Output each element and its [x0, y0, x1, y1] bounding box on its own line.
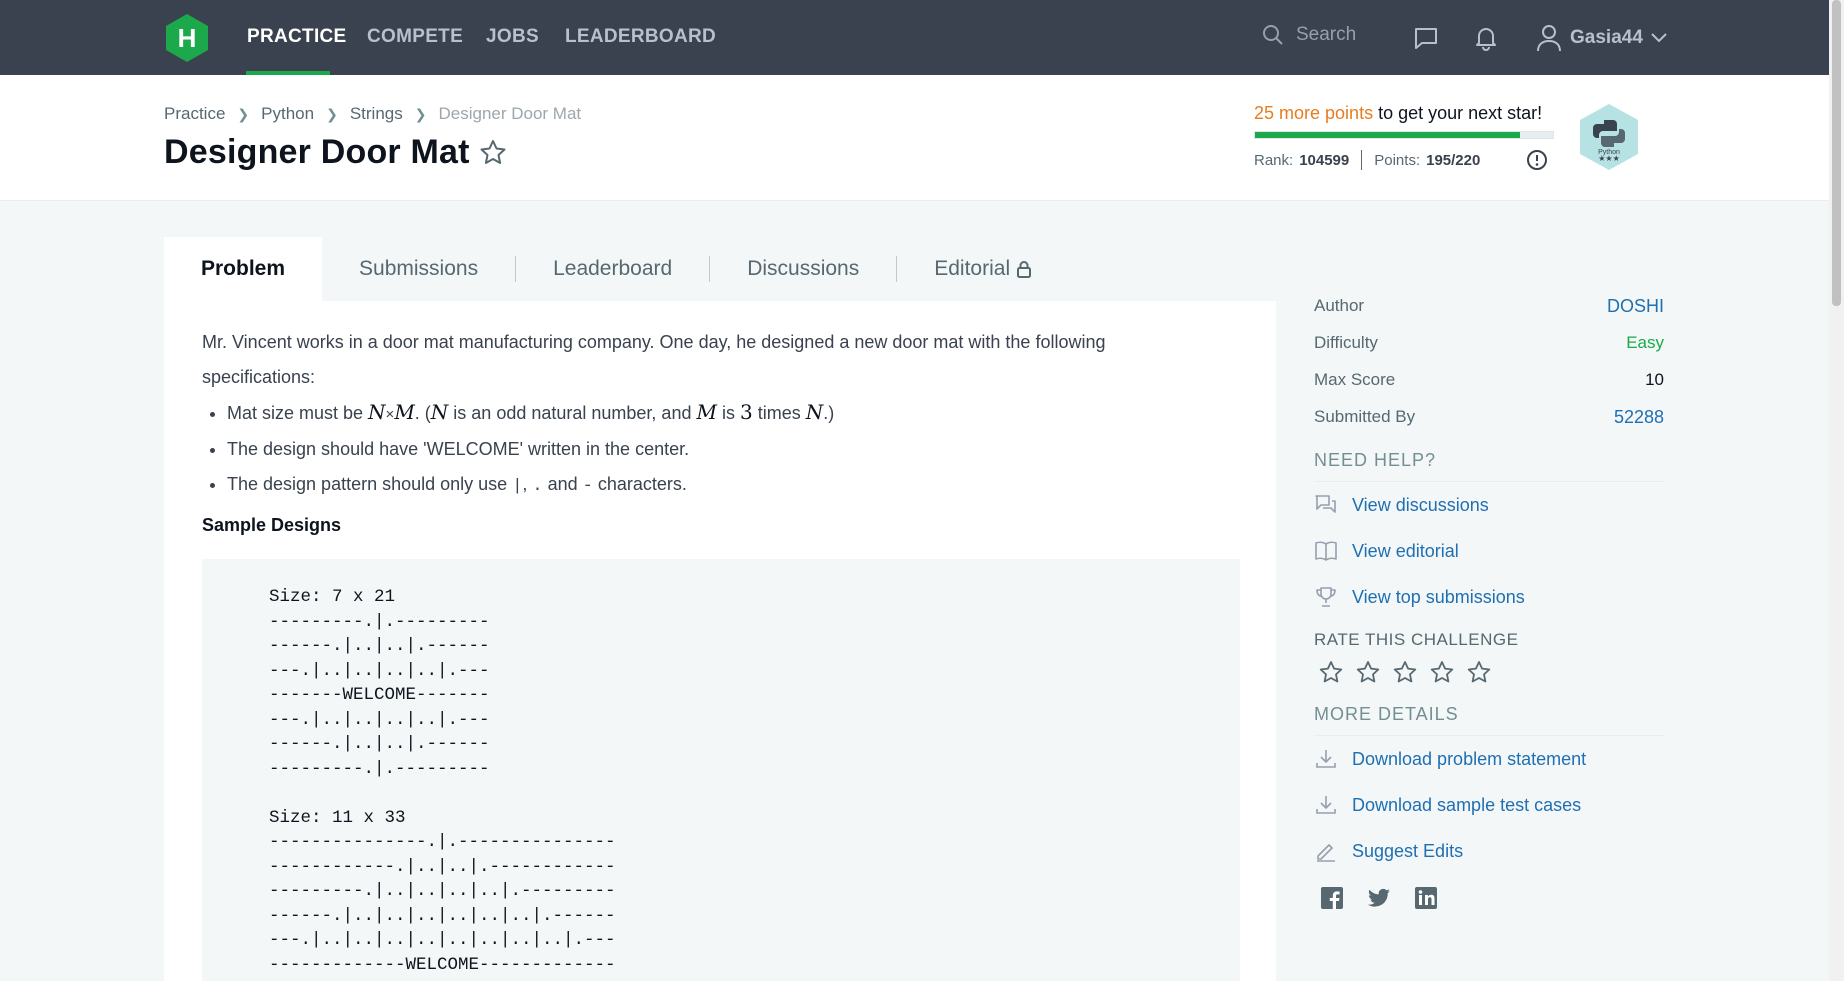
download-icon — [1316, 750, 1336, 768]
linkedin-icon[interactable] — [1414, 886, 1438, 910]
spec-characters: The design pattern should only use |, . … — [227, 467, 1162, 504]
author-link[interactable]: DOSHI — [1607, 296, 1664, 317]
rating-star-icon[interactable] — [1429, 660, 1455, 686]
breadcrumb-practice[interactable]: Practice — [164, 104, 225, 124]
submitted-row: Submitted By 52288 — [1314, 407, 1664, 428]
rating-star-icon[interactable] — [1318, 660, 1344, 686]
specification-list: Mat size must be N×M. (N is an odd natur… — [227, 395, 1162, 504]
rating-star-icon[interactable] — [1392, 660, 1418, 686]
download-testcases-link[interactable]: Download sample test cases — [1314, 782, 1664, 828]
view-discussions-link[interactable]: View discussions — [1314, 482, 1664, 528]
user-avatar-icon — [1537, 25, 1561, 52]
svg-text:★★★: ★★★ — [1598, 154, 1620, 163]
tab-discussions[interactable]: Discussions — [710, 237, 896, 301]
hackerrank-logo[interactable]: H — [164, 13, 210, 63]
problem-intro: Mr. Vincent works in a door mat manufact… — [202, 332, 1106, 387]
points-value: 195/220 — [1426, 151, 1481, 169]
trophy-icon — [1316, 587, 1336, 607]
download-statement-link[interactable]: Download problem statement — [1314, 736, 1664, 782]
difficulty-value: Easy — [1626, 333, 1664, 352]
messages-icon[interactable] — [1412, 24, 1440, 52]
nav-leaderboard[interactable]: LEADERBOARD — [565, 26, 716, 48]
search-input[interactable]: Search — [1296, 24, 1356, 46]
username: Gasia44 — [1570, 27, 1643, 48]
breadcrumb-python[interactable]: Python — [261, 104, 314, 124]
points-label: Points: — [1374, 151, 1421, 169]
chevron-right-icon: ❯ — [414, 105, 427, 122]
tab-editorial[interactable]: Editorial — [897, 237, 1069, 301]
lock-icon — [1017, 261, 1032, 278]
chevron-right-icon: ❯ — [326, 105, 338, 122]
nav-practice[interactable]: PRACTICE — [247, 26, 347, 48]
social-share — [1320, 886, 1664, 910]
sample-designs-heading: Sample Designs — [202, 515, 342, 535]
tab-problem[interactable]: Problem — [164, 237, 323, 301]
nav-compete[interactable]: COMPETE — [367, 26, 463, 48]
rate-heading: RATE THIS CHALLENGE — [1314, 630, 1519, 649]
view-editorial-link[interactable]: View editorial — [1314, 528, 1664, 574]
info-icon[interactable] — [1526, 149, 1548, 171]
more-details-heading: MORE DETAILS — [1314, 704, 1664, 736]
suggest-edits-link[interactable]: Suggest Edits — [1314, 828, 1664, 874]
python-badge-icon[interactable]: Python ★★★ — [1577, 102, 1641, 172]
rank-label: Rank: — [1254, 151, 1294, 169]
rank-divider — [1361, 150, 1363, 170]
tab-submissions[interactable]: Submissions — [322, 237, 515, 301]
twitter-icon[interactable] — [1366, 886, 1392, 910]
page-title: Designer Door Mat — [164, 133, 470, 171]
search-box[interactable]: Search — [1262, 24, 1356, 46]
sample-code: Size: 7 x 21 ---------.|.--------- -----… — [269, 587, 616, 975]
problem-panel: Mr. Vincent works in a door mat manufact… — [164, 301, 1276, 981]
svg-text:H: H — [178, 23, 197, 53]
spec-welcome: The design should have 'WELCOME' written… — [227, 432, 1162, 467]
star-progress-fill — [1255, 132, 1521, 138]
challenge-sidebar: Author DOSHI Difficulty Easy Max Score 10 S… — [1314, 296, 1664, 910]
rank-value: 104599 — [1299, 151, 1350, 169]
problem-statement: Mr. Vincent works in a door mat manufact… — [202, 325, 1162, 504]
nav-jobs[interactable]: JOBS — [486, 26, 539, 48]
book-icon — [1315, 541, 1337, 561]
tab-leaderboard[interactable]: Leaderboard — [516, 237, 709, 301]
search-icon — [1263, 25, 1283, 45]
challenge-tabs: Problem Submissions Leaderboard Discussi… — [164, 237, 1069, 301]
rating-star-icon[interactable] — [1466, 660, 1492, 686]
tab-editorial-label: Editorial — [934, 257, 1011, 280]
maxscore-value: 10 — [1645, 370, 1664, 389]
need-help-heading: NEED HELP? — [1314, 450, 1664, 482]
scrollbar-thumb[interactable] — [1832, 0, 1841, 306]
download-icon — [1316, 796, 1336, 814]
spec-size: Mat size must be N×M. (N is an odd natur… — [227, 395, 1162, 432]
star-progress-bar — [1254, 131, 1554, 139]
author-row: Author DOSHI — [1314, 296, 1664, 317]
rating-star-icon[interactable] — [1355, 660, 1381, 686]
next-star-message: 25 more points to get your next star! — [1254, 103, 1542, 124]
bookmark-star-icon[interactable] — [478, 138, 508, 168]
chevron-down-icon — [1651, 33, 1667, 43]
breadcrumb-current: Designer Door Mat — [438, 104, 582, 123]
top-navbar: H PRACTICE COMPETE JOBS LEADERBOARD Sear… — [0, 0, 1829, 75]
rating-stars — [1318, 660, 1664, 686]
difficulty-row: Difficulty Easy — [1314, 333, 1664, 352]
discussions-icon — [1315, 495, 1336, 513]
breadcrumb-strings[interactable]: Strings — [350, 104, 403, 124]
breadcrumb: Practice ❯ Python ❯ Strings ❯ Designer D… — [164, 104, 581, 124]
facebook-icon[interactable] — [1320, 886, 1344, 910]
sample-code-block: Size: 7 x 21 ---------.|.--------- -----… — [202, 559, 1240, 981]
maxscore-row: Max Score 10 — [1314, 370, 1664, 389]
next-star-text: to get your next star! — [1373, 103, 1543, 123]
submitted-link[interactable]: 52288 — [1614, 407, 1664, 428]
pencil-icon — [1317, 844, 1335, 862]
user-menu[interactable]: Gasia44 — [1536, 24, 1667, 52]
notifications-bell-icon[interactable] — [1472, 24, 1500, 52]
rank-points: Rank: 104599 Points: 195/220 — [1254, 150, 1480, 170]
points-needed: 25 more points — [1254, 103, 1374, 123]
chevron-right-icon: ❯ — [237, 105, 250, 122]
view-top-submissions-link[interactable]: View top submissions — [1314, 574, 1664, 620]
